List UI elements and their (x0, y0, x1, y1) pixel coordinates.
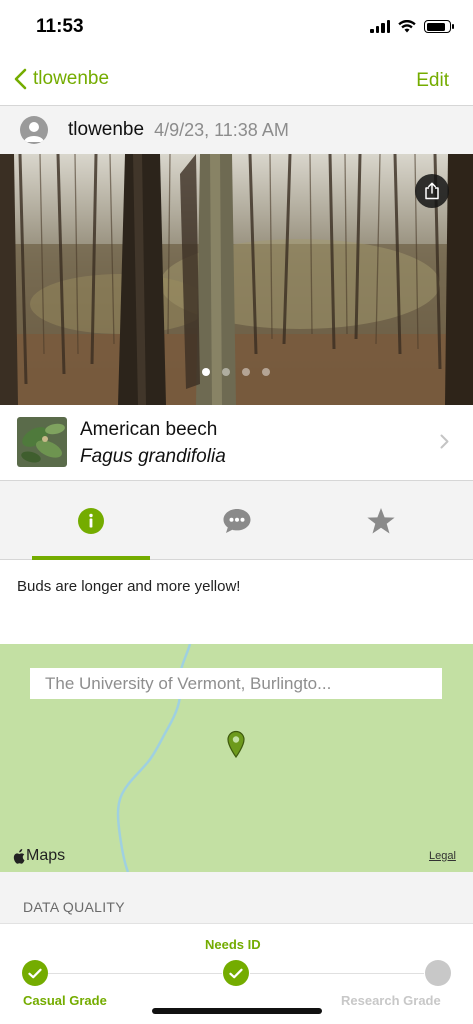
user-avatar-icon[interactable] (20, 116, 48, 144)
map-place-field[interactable]: The University of Vermont, Burlingto... (30, 668, 442, 699)
tab-favorites[interactable] (302, 481, 460, 560)
tab-activity[interactable] (158, 481, 316, 560)
photo-page-indicator[interactable] (202, 368, 270, 376)
map-pin-icon[interactable] (226, 730, 246, 758)
page-dot-active[interactable] (202, 368, 210, 376)
status-bar: 11:53 (0, 0, 473, 56)
star-icon (367, 507, 395, 533)
status-time: 11:53 (36, 16, 84, 37)
data-quality-header: DATA QUALITY (0, 872, 473, 924)
taxon-scientific-name: Fagus grandifolia (80, 446, 226, 467)
chevron-left-icon (14, 68, 27, 90)
navigation-bar: tlowenbe Edit (0, 56, 473, 106)
back-button-label: tlowenbe (33, 68, 110, 89)
needs-id-label: Needs ID (205, 937, 261, 952)
taxon-thumbnail (17, 417, 67, 467)
tab-bar (0, 481, 473, 560)
needs-id-check-icon (223, 960, 249, 986)
quality-progress-line (48, 973, 222, 974)
casual-grade-label: Casual Grade (23, 993, 107, 1008)
observer-username[interactable]: tlowenbe (68, 119, 144, 141)
chevron-right-icon (440, 434, 449, 449)
location-map[interactable]: The University of Vermont, Burlingto... … (0, 644, 473, 872)
battery-icon (424, 20, 454, 33)
share-icon (425, 182, 439, 200)
casual-grade-check-icon (22, 960, 48, 986)
page-dot[interactable] (242, 368, 250, 376)
home-indicator[interactable] (152, 1008, 322, 1014)
cellular-signal-icon (370, 20, 390, 33)
edit-button[interactable]: Edit (416, 70, 449, 92)
page-dot[interactable] (222, 368, 230, 376)
observation-photo[interactable] (0, 154, 473, 405)
info-icon (78, 507, 104, 534)
research-grade-circle-icon (425, 960, 451, 986)
apple-logo-icon (13, 848, 25, 864)
page-dot[interactable] (262, 368, 270, 376)
share-button[interactable] (415, 174, 449, 208)
research-grade-label: Research Grade (341, 993, 441, 1008)
observation-header: tlowenbe 4/9/23, 11:38 AM (0, 106, 473, 154)
tab-info[interactable] (12, 481, 170, 560)
back-button[interactable]: tlowenbe (14, 68, 109, 90)
legal-link[interactable]: Legal (429, 850, 456, 862)
wifi-icon (398, 20, 416, 33)
maps-label: Maps (26, 847, 66, 864)
taxon-row[interactable]: American beech Fagus grandifolia (0, 405, 473, 481)
status-icons (370, 20, 454, 33)
maps-logo: Maps (12, 847, 65, 865)
speech-bubble-icon (223, 508, 251, 533)
taxon-common-name: American beech (80, 419, 218, 440)
quality-progress-line (250, 973, 424, 974)
observation-date: 4/9/23, 11:38 AM (154, 119, 289, 140)
observation-description: Buds are longer and more yellow! (0, 560, 473, 644)
